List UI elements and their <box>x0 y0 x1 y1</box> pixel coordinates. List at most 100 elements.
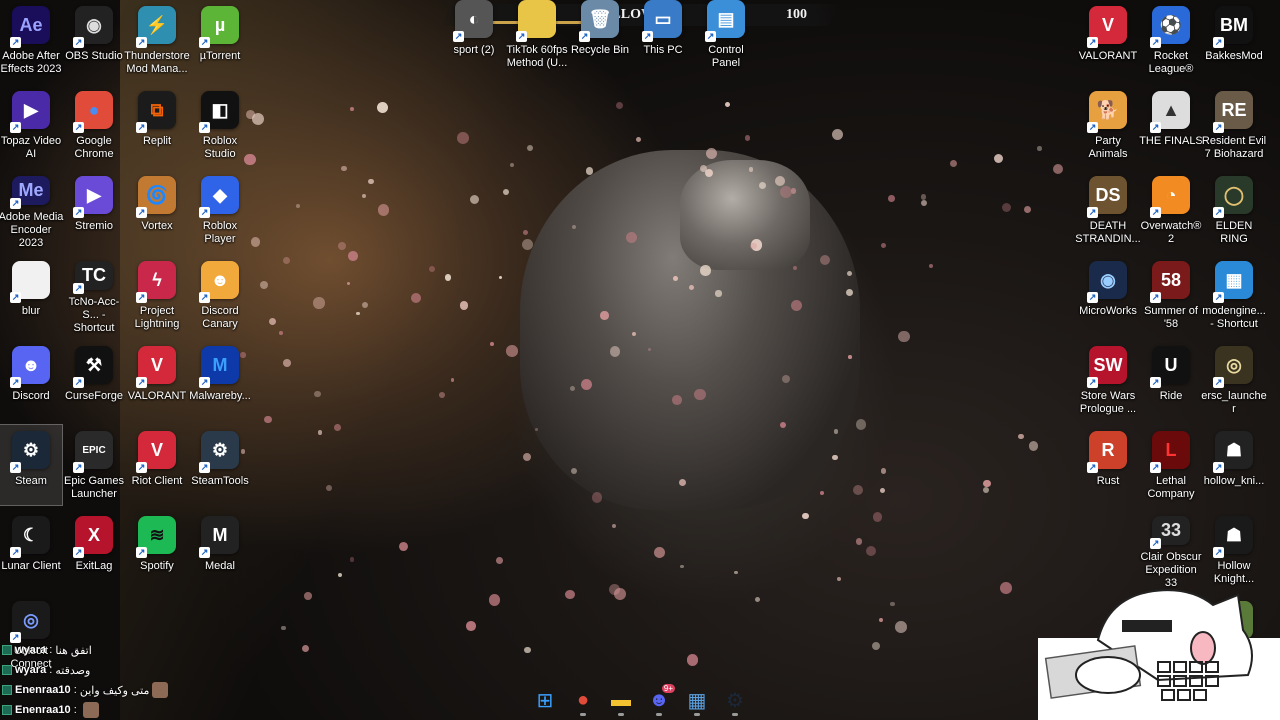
chat-avatar <box>82 702 99 718</box>
desktop-icon-utorrent[interactable]: µ ↗ µTorrent <box>189 0 251 80</box>
chat-badge-icon <box>2 665 12 675</box>
flower-petal <box>465 620 476 631</box>
desktop-icon-roblox-studio[interactable]: ◧ ↗ Roblox Studio <box>189 85 251 165</box>
desktop-icon-topaz[interactable]: ▶ ↗ Topaz Video AI <box>0 85 62 165</box>
chat-separator: : <box>70 684 80 696</box>
desktop-icon-ersc[interactable]: ◎ ↗ ersc_launcher <box>1201 340 1267 420</box>
flower-petal <box>724 101 731 108</box>
desktop-icon-valorant-right[interactable]: V ↗ VALORANT <box>1077 0 1139 80</box>
taskbar-steam-tb[interactable]: ⚙ <box>721 686 749 716</box>
shortcut-arrow-icon: ↗ <box>1213 547 1224 558</box>
taskbar-chrome[interactable]: ● <box>569 686 597 716</box>
desktop-icon-store-wars[interactable]: SW ↗ Store Wars Prologue ... <box>1077 340 1139 420</box>
desktop-icon-lunar[interactable]: ☾ ↗ Lunar Client <box>0 510 62 590</box>
shortcut-arrow-icon: ↗ <box>1213 37 1224 48</box>
shortcut-arrow-icon: ↗ <box>136 377 147 388</box>
flower-petal <box>852 484 864 496</box>
shortcut-arrow-icon: ↗ <box>1213 462 1224 473</box>
desktop-icon-lethal-company[interactable]: L ↗ Lethal Company <box>1140 425 1202 505</box>
flower-petal <box>654 547 665 558</box>
desktop-icon-resident-evil[interactable]: RE ↗ Resident Evil 7 Biohazard <box>1201 85 1267 165</box>
desktop-icon-overwatch[interactable]: ◔ ↗ Overwatch® 2 <box>1140 170 1202 250</box>
desktop-icon-modengine[interactable]: ▦ ↗ modengine... - Shortcut <box>1202 255 1266 335</box>
taskbar-explorer[interactable]: ▬ <box>607 686 635 716</box>
desktop-icon-rust[interactable]: R ↗ Rust <box>1077 425 1139 505</box>
desktop-icon-microworks[interactable]: ◉ ↗ MicroWorks <box>1077 255 1139 335</box>
desktop-icon-malwarebytes[interactable]: M ↗ Malwareby... <box>189 340 251 420</box>
taskbar-photos[interactable]: ▦ <box>683 686 711 716</box>
desktop-icon-label: Resident Evil 7 Biohazard <box>1201 135 1267 160</box>
desktop-icon-elden-ring[interactable]: ◯ ↗ ELDEN RING <box>1203 170 1265 250</box>
desktop-icon-blur[interactable]: ↗ blur <box>0 255 62 335</box>
desktop-icon-steamtools[interactable]: ⚙ ↗ SteamTools <box>189 425 251 505</box>
desktop-icon-replit[interactable]: ⧉ ↗ Replit <box>126 85 188 165</box>
desktop-icon-vortex[interactable]: 🌀 ↗ Vortex <box>126 170 188 250</box>
desktop-icon-medal[interactable]: M ↗ Medal <box>189 510 251 590</box>
medal-icon: M ↗ <box>199 516 239 558</box>
shortcut-arrow-icon: ↗ <box>1150 462 1161 473</box>
flower-petal <box>1037 146 1042 151</box>
desktop-icon-party-animals[interactable]: 🐕 ↗ Party Animals <box>1077 85 1139 165</box>
wallpaper-knight-helmet <box>680 160 810 270</box>
desktop-icon-hollow-knight-shortcut[interactable]: ☗ ↗ hollow_kni... <box>1203 425 1265 505</box>
desktop-icon-rocket-league[interactable]: ⚽ ↗ Rocket League® <box>1140 0 1202 80</box>
desktop-icon-after-effects[interactable]: Ae ↗ Adobe After Effects 2023 <box>0 0 62 80</box>
desktop-icon-label: Recycle Bin <box>570 44 630 56</box>
chat-badge-icon <box>2 645 12 655</box>
desktop-icon-bakkesmod[interactable]: BM ↗ BakkesMod <box>1203 0 1265 80</box>
desktop-icon-label: µTorrent <box>199 50 241 62</box>
desktop-icon-label: Roblox Player <box>202 220 238 245</box>
flower-petal <box>837 576 842 581</box>
taskbar-discord[interactable]: ☻ 9+ <box>645 684 675 716</box>
chat-message: Enenraa10 : متى وكيف واين <box>2 680 182 700</box>
flower-petal <box>356 311 360 316</box>
desktop-icon-recycle[interactable]: 🗑 ↗ Recycle Bin <box>569 0 631 74</box>
desktop-icon-exitlag[interactable]: X ↗ ExitLag <box>63 510 125 590</box>
desktop-icon-clair-obscur[interactable]: 33 ↗ Clair Obscur Expedition 33 <box>1140 510 1202 590</box>
desktop-icon-media-encoder[interactable]: Me ↗ Adobe Media Encoder 2023 <box>0 170 63 250</box>
desktop-icon-steam[interactable]: ⚙ ↗ Steam <box>0 424 63 506</box>
desktop-icon-roblox-player[interactable]: ◆ ↗ Roblox Player <box>189 170 251 250</box>
desktop-icon-tiktok[interactable]: ↗ TikTok 60fps Method (U... <box>506 0 568 74</box>
desktop-icon-sport[interactable]: ◐ ↗ sport (2) <box>443 0 505 74</box>
desktop-icon-hollow-knight[interactable]: ☗ ↗ Hollow Knight... <box>1203 510 1265 590</box>
the-finals-icon: ▲ ↗ <box>1150 91 1190 133</box>
desktop-icon-label: TcNo-Acc-S... - Shortcut <box>68 296 120 334</box>
flower-petal <box>506 345 519 358</box>
malwarebytes-icon: M ↗ <box>199 346 239 388</box>
taskbar-start[interactable]: ⊞ <box>531 686 559 714</box>
desktop-icon-the-finals[interactable]: ▲ ↗ THE FINALS <box>1139 85 1203 165</box>
desktop-icon-death-stranding[interactable]: DS ↗ DEATH STRANDIN... <box>1075 170 1141 250</box>
shortcut-arrow-icon: ↗ <box>10 547 21 558</box>
desktop-icon-riot-client[interactable]: V ↗ Riot Client <box>126 425 188 505</box>
desktop-icon-curseforge[interactable]: ⚒ ↗ CurseForge <box>63 340 125 420</box>
flower-petal <box>878 617 883 622</box>
desktop-icon-tcno[interactable]: TC ↗ TcNo-Acc-S... - Shortcut <box>63 255 125 335</box>
desktop-icon-control-panel[interactable]: ▤ ↗ Control Panel <box>695 0 757 74</box>
obs-icon: ◉ ↗ <box>73 6 113 48</box>
desktop-icon-discord-canary[interactable]: ☻ ↗ Discord Canary <box>189 255 251 335</box>
desktop-icon-valorant-left[interactable]: V ↗ VALORANT <box>126 340 188 420</box>
desktop-icon-thunderstore[interactable]: ⚡ ↗ Thunderstore Mod Mana... <box>124 0 190 80</box>
desktop-icon-project-lightning[interactable]: ϟ ↗ Project Lightning <box>126 255 188 335</box>
desktop-icon-obs[interactable]: ◉ ↗ OBS Studio <box>63 0 125 80</box>
flower-petal <box>591 492 602 503</box>
desktop-icon-summer-58[interactable]: 58 ↗ Summer of '58 <box>1140 255 1202 335</box>
desktop-icon-discord[interactable]: ☻ ↗ Discord <box>0 340 62 420</box>
shortcut-arrow-icon: ↗ <box>1213 292 1224 303</box>
shortcut-arrow-icon: ↗ <box>1150 377 1161 388</box>
shortcut-arrow-icon: ↗ <box>199 547 210 558</box>
desktop-icon-label: Discord <box>12 390 50 402</box>
desktop-icon-spotify[interactable]: ≋ ↗ Spotify <box>126 510 188 590</box>
flower-petal <box>921 194 927 200</box>
desktop-icon-this-pc[interactable]: ▭ ↗ This PC <box>632 0 694 74</box>
desktop-icon-chrome[interactable]: ● ↗ Google Chrome <box>63 85 125 165</box>
desktop-icon-epic[interactable]: EPIC ↗ Epic Games Launcher <box>63 425 125 505</box>
shortcut-arrow-icon: ↗ <box>199 292 210 303</box>
shortcut-arrow-icon: ↗ <box>1150 292 1161 303</box>
shortcut-arrow-icon: ↗ <box>10 292 21 303</box>
chat-message: wyara : وصدقته <box>2 660 182 680</box>
flower-petal <box>457 132 469 145</box>
desktop-icon-ride[interactable]: U ↗ Ride <box>1140 340 1202 420</box>
desktop-icon-stremio[interactable]: ▶ ↗ Stremio <box>63 170 125 250</box>
